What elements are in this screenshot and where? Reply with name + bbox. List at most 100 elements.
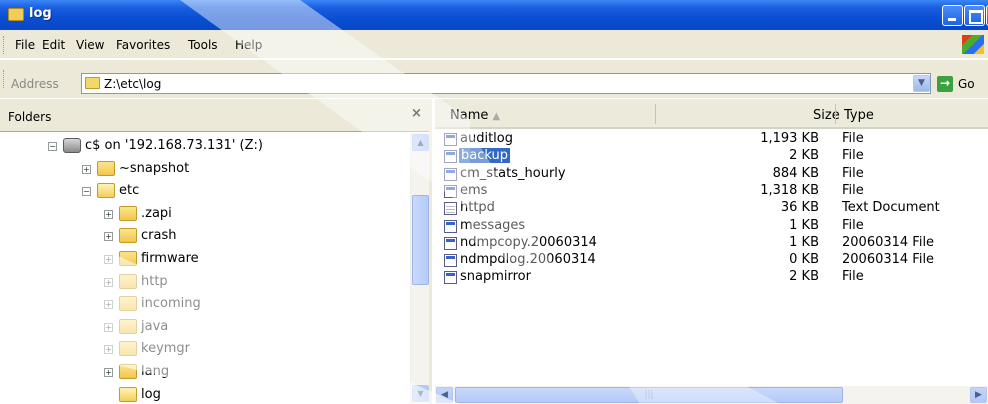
file-row[interactable]: ndmpdlog.20060314 0 KB 20060314 File <box>435 252 988 270</box>
column-name[interactable]: Name ▲ <box>450 108 500 123</box>
address-label: Address <box>11 77 59 91</box>
menu-view[interactable]: View <box>76 38 104 52</box>
tree-node[interactable]: − etc <box>0 182 410 204</box>
tree-node[interactable]: + java <box>0 318 410 340</box>
tree-node-label: etc <box>119 183 140 199</box>
tree-node[interactable]: + lang <box>0 363 410 385</box>
tree-node-label: .zapi <box>141 205 172 221</box>
file-row[interactable]: messages 1 KB File <box>435 218 988 236</box>
file-row[interactable]: snapmirror 2 KB File <box>435 269 988 287</box>
scroll-left-button[interactable]: ◀ <box>436 387 453 403</box>
scroll-thumb[interactable] <box>412 195 429 285</box>
close-folders-pane-button[interactable]: × <box>411 106 422 121</box>
folder-open-icon <box>119 386 137 402</box>
expand-toggle[interactable]: + <box>104 345 113 355</box>
address-dropdown-button[interactable]: ▼ <box>913 75 930 92</box>
file-icon <box>444 133 457 146</box>
scroll-thumb[interactable]: ||| <box>455 387 843 403</box>
column-type[interactable]: Type <box>844 108 874 123</box>
file-row[interactable]: ndmpcopy.20060314 1 KB 20060314 File <box>435 235 988 253</box>
tree-node[interactable]: + firmware <box>0 250 410 272</box>
expand-toggle[interactable]: + <box>104 300 113 310</box>
expand-toggle[interactable]: + <box>104 232 113 242</box>
file-icon <box>444 150 457 164</box>
address-input[interactable]: Z:\etc\log <box>81 73 931 94</box>
file-icon <box>444 254 457 268</box>
toolbar-grip[interactable] <box>3 36 6 54</box>
expand-toggle[interactable]: + <box>104 255 113 264</box>
file-name: cm_stats_hourly <box>460 165 566 181</box>
tree-node-label: java <box>141 318 169 334</box>
files-horizontal-scrollbar[interactable]: ◀ ||| ▶ <box>435 386 988 404</box>
menu-edit[interactable]: Edit <box>42 38 65 52</box>
tree-node[interactable]: log <box>0 386 410 404</box>
toolbar-grip[interactable] <box>3 70 6 88</box>
file-type: File <box>842 217 864 233</box>
expand-toggle[interactable]: + <box>104 209 113 219</box>
file-row[interactable]: cm_stats_hourly 884 KB File <box>435 166 988 184</box>
file-type: Text Document <box>842 200 940 216</box>
collapse-toggle[interactable]: − <box>82 187 91 197</box>
tree-node-label: c$ on '192.168.73.131' (Z:) <box>85 138 263 153</box>
maximize-button[interactable] <box>964 5 985 26</box>
text-document-icon <box>444 202 457 216</box>
file-type: File <box>842 148 864 164</box>
menu-tools[interactable]: Tools <box>188 38 218 52</box>
tree-node-label: crash <box>141 228 177 244</box>
folders-pane: Folders × − c$ on '192.168.73.131' (Z:) + ~… <box>0 99 432 404</box>
tree-node-label: log <box>141 386 161 402</box>
folders-vertical-scrollbar[interactable]: ▲ ▼ <box>410 133 429 404</box>
minimize-button[interactable] <box>942 5 963 26</box>
file-type: File <box>842 131 864 146</box>
file-icon <box>444 219 457 233</box>
tree-node[interactable]: + incoming <box>0 295 410 317</box>
menu-help[interactable]: Help <box>235 38 262 52</box>
tree-node-label: firmware <box>141 251 199 266</box>
column-divider[interactable] <box>655 104 656 124</box>
file-size: 36 KB <box>780 200 819 216</box>
file-type: File <box>842 269 864 285</box>
file-type: 20060314 File <box>842 234 935 250</box>
file-size: 0 KB <box>789 252 819 268</box>
file-size: 1,193 KB <box>760 131 819 146</box>
menu-bar: File Edit View Favorites Tools Help <box>0 30 988 59</box>
windows-logo-icon <box>962 35 984 54</box>
file-icon <box>444 167 457 181</box>
tree-node[interactable]: − c$ on '192.168.73.131' (Z:) <box>0 137 410 159</box>
tree-node[interactable]: + .zapi <box>0 205 410 227</box>
scroll-right-button[interactable]: ▶ <box>970 387 987 403</box>
scroll-down-button[interactable]: ▼ <box>412 385 429 402</box>
file-row[interactable]: backup 2 KB File <box>435 148 988 166</box>
go-button[interactable]: → Go <box>937 75 988 94</box>
menu-file[interactable]: File <box>15 38 35 52</box>
tree-node-label: ~snapshot <box>119 160 190 176</box>
expand-toggle[interactable]: + <box>104 368 113 377</box>
window-title: log <box>29 6 52 21</box>
tree-node[interactable]: + crash <box>0 227 410 249</box>
tree-node[interactable]: + http <box>0 273 410 295</box>
file-name: httpd <box>460 200 495 216</box>
scroll-up-button[interactable]: ▲ <box>412 134 429 151</box>
expand-toggle[interactable]: + <box>82 164 91 174</box>
file-name: messages <box>460 217 526 233</box>
column-divider[interactable] <box>835 104 836 124</box>
title-bar[interactable]: log <box>0 0 988 30</box>
collapse-toggle[interactable]: − <box>48 142 57 151</box>
folder-icon <box>119 273 137 289</box>
folder-tree: − c$ on '192.168.73.131' (Z:) + ~snapshot − e… <box>0 133 412 404</box>
folder-icon <box>119 364 137 379</box>
expand-toggle[interactable]: + <box>104 277 113 287</box>
file-size: 884 KB <box>772 165 819 181</box>
expand-toggle[interactable]: + <box>104 322 113 332</box>
file-icon <box>444 236 457 250</box>
menu-favorites[interactable]: Favorites <box>116 38 170 52</box>
file-row[interactable]: ems 1,318 KB File <box>435 183 988 201</box>
file-name: snapmirror <box>460 269 531 285</box>
file-name: ndmpdlog.20060314 <box>460 252 596 268</box>
file-row[interactable]: httpd 36 KB Text Document <box>435 200 988 218</box>
file-name: backup <box>459 148 510 164</box>
tree-node[interactable]: + ~snapshot <box>0 160 410 182</box>
tree-node[interactable]: + keymgr <box>0 340 410 362</box>
file-row[interactable]: auditlog 1,193 KB File <box>435 131 988 149</box>
sort-ascending-icon: ▲ <box>492 111 501 122</box>
